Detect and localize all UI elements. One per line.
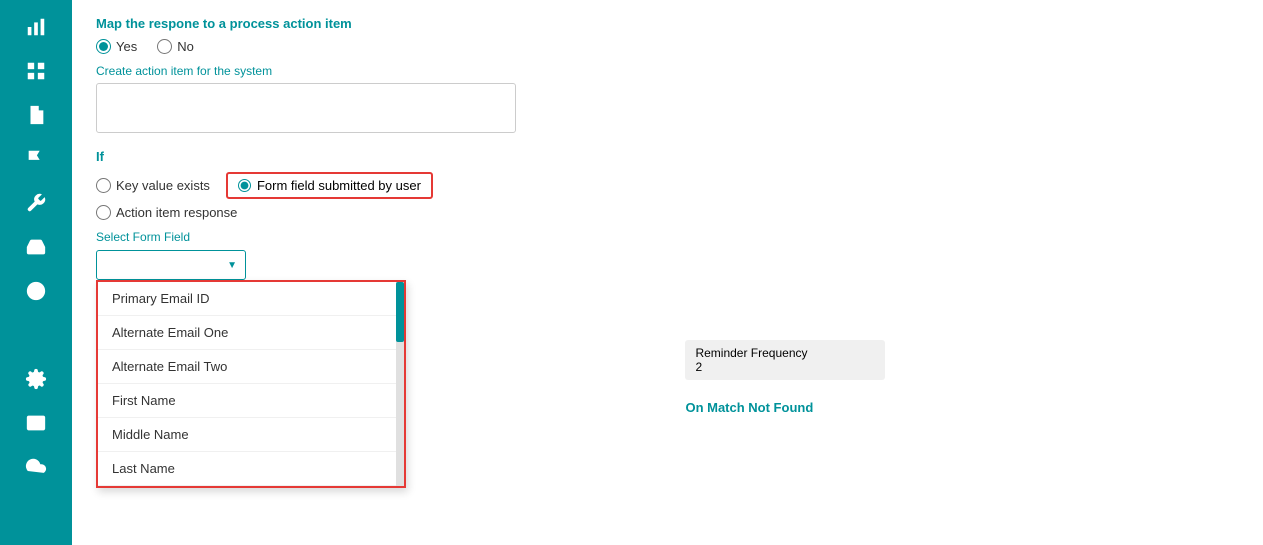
- yes-label: Yes: [116, 39, 137, 54]
- yes-radio[interactable]: [96, 39, 111, 54]
- create-action-input[interactable]: [96, 83, 516, 133]
- reminder-freq-value: 2: [695, 360, 875, 374]
- no-label: No: [177, 39, 194, 54]
- reminder-freq-box: Reminder Frequency 2: [685, 340, 885, 380]
- if-row-2: Action item response: [96, 205, 1239, 220]
- flag-icon[interactable]: [15, 140, 57, 178]
- dropdown-item-0[interactable]: Primary Email ID: [98, 282, 404, 316]
- form-field-label: Form field submitted by user: [257, 178, 421, 193]
- help-icon[interactable]: [15, 272, 57, 310]
- key-value-radio-item[interactable]: Key value exists: [96, 178, 210, 193]
- on-match-not-found-label-wrapper: On Match Not Found: [685, 400, 885, 415]
- reminder-freq-section: Reminder Frequency 2 On Match Not Found: [685, 340, 885, 445]
- if-label: If: [96, 149, 1239, 164]
- tool-icon[interactable]: [15, 184, 57, 222]
- settings-icon[interactable]: [15, 360, 57, 398]
- reminder-freq-label: Reminder Frequency: [695, 346, 875, 360]
- action-item-radio-item[interactable]: Action item response: [96, 205, 237, 220]
- mail-icon[interactable]: [15, 404, 57, 442]
- chevron-down-icon: ▼: [227, 260, 237, 271]
- create-action-label: Create action item for the system: [96, 64, 1239, 78]
- grid-icon[interactable]: [15, 52, 57, 90]
- inbox-icon[interactable]: [15, 228, 57, 266]
- form-field-dropdown-wrapper: ▼ Primary Email ID Alternate Email One A…: [96, 250, 416, 280]
- form-field-radio[interactable]: [238, 179, 251, 192]
- upload-icon[interactable]: [15, 448, 57, 486]
- sidebar: [0, 0, 72, 545]
- dropdown-scroll-thumb: [396, 282, 404, 342]
- dropdown-item-5[interactable]: Last Name: [98, 452, 404, 486]
- dropdown-item-2[interactable]: Alternate Email Two: [98, 350, 404, 384]
- dropdown-item-4[interactable]: Middle Name: [98, 418, 404, 452]
- dropdown-scrollbar[interactable]: [396, 282, 404, 486]
- map-response-label: Map the respone to a process action item: [96, 16, 1239, 31]
- chart-icon[interactable]: [15, 8, 57, 46]
- select-form-field-label: Select Form Field: [96, 230, 1239, 244]
- list-icon[interactable]: [15, 316, 57, 354]
- no-radio[interactable]: [157, 39, 172, 54]
- yes-radio-item[interactable]: Yes: [96, 39, 137, 54]
- no-radio-item[interactable]: No: [157, 39, 194, 54]
- key-value-label: Key value exists: [116, 178, 210, 193]
- document-icon[interactable]: [15, 96, 57, 134]
- action-item-radio[interactable]: [96, 205, 111, 220]
- if-options-group: Key value exists Form field submitted by…: [96, 172, 1239, 220]
- key-value-radio[interactable]: [96, 178, 111, 193]
- if-row-1: Key value exists Form field submitted by…: [96, 172, 1239, 199]
- dropdown-item-1[interactable]: Alternate Email One: [98, 316, 404, 350]
- dropdown-item-3[interactable]: First Name: [98, 384, 404, 418]
- action-item-label: Action item response: [116, 205, 237, 220]
- main-content: Map the respone to a process action item…: [72, 0, 1263, 545]
- on-match-not-found-label: On Match Not Found: [685, 400, 885, 415]
- form-field-option-highlighted[interactable]: Form field submitted by user: [226, 172, 433, 199]
- form-field-dropdown-trigger[interactable]: ▼: [96, 250, 246, 280]
- map-response-radio-group: Yes No: [96, 39, 1239, 54]
- form-field-dropdown-list: Primary Email ID Alternate Email One Alt…: [96, 280, 406, 488]
